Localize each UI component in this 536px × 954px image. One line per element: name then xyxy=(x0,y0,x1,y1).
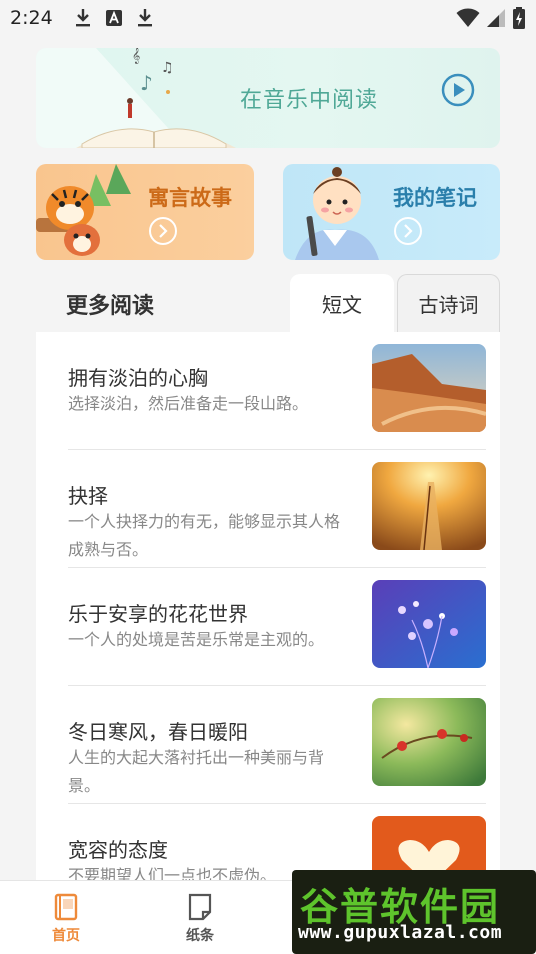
battery-charging-icon xyxy=(513,7,525,29)
article-title: 乐于安享的花花世界 xyxy=(68,602,248,626)
watermark-url: www.gupuxlazal.com xyxy=(298,922,503,943)
nav-notes[interactable]: 纸条 xyxy=(160,893,240,945)
article-thumbnail xyxy=(372,344,486,432)
signal-icon xyxy=(487,9,505,27)
article-title: 冬日寒风，春日暖阳 xyxy=(68,720,248,744)
wifi-icon xyxy=(456,8,480,27)
list-item[interactable]: 宽容的态度 不要期望人们一点也不虚伪。 xyxy=(68,804,486,880)
article-thumbnail xyxy=(372,462,486,550)
site-watermark: 谷普软件园 www.gupuxlazal.com xyxy=(292,870,536,954)
tab-short-essays[interactable]: 短文 xyxy=(290,274,394,332)
article-list: 拥有淡泊的心胸 选择淡泊，然后准备走一段山路。 抉择 一个人抉择力的有无，能够显… xyxy=(36,332,500,880)
tiger-illustration xyxy=(36,164,131,256)
nav-home[interactable]: 首页 xyxy=(26,893,106,945)
nav-home-label: 首页 xyxy=(52,928,80,944)
article-title: 拥有淡泊的心胸 xyxy=(68,366,208,390)
list-item[interactable]: 乐于安享的花花世界 一个人的处境是苦是乐常是主观的。 xyxy=(68,568,486,686)
my-notes-card[interactable]: 我的笔记 xyxy=(283,164,500,260)
list-item[interactable]: 冬日寒风，春日暖阳 人生的大起大落衬托出一种美丽与背景。 xyxy=(68,686,486,804)
scholar-boy-illustration xyxy=(295,167,379,260)
music-reading-banner[interactable]: 𝄞 ♫ ♪ 在音乐中阅读 xyxy=(36,48,500,148)
status-bar: 2:24 xyxy=(0,0,536,36)
article-desc: 人生的大起大落衬托出一种美丽与背景。 xyxy=(68,748,325,795)
svg-text:𝄞: 𝄞 xyxy=(132,48,140,64)
a-badge-icon xyxy=(105,10,122,26)
banner-title: 在音乐中阅读 xyxy=(240,88,379,113)
notes-card-title: 我的笔记 xyxy=(393,186,477,210)
article-thumbnail xyxy=(372,580,486,668)
svg-text:♫: ♫ xyxy=(161,60,174,76)
article-title: 宽容的态度 xyxy=(68,838,168,862)
download-icon xyxy=(75,9,90,27)
list-item[interactable]: 拥有淡泊的心胸 选择淡泊，然后准备走一段山路。 xyxy=(68,332,486,450)
fable-stories-card[interactable]: 寓言故事 xyxy=(36,164,254,260)
download-icon xyxy=(137,9,152,27)
article-desc: 一个人的处境是苦是乐常是主观的。 xyxy=(68,630,325,649)
svg-text:♪: ♪ xyxy=(140,71,153,95)
play-circle-icon[interactable] xyxy=(440,72,476,108)
clock: 2:24 xyxy=(10,7,53,29)
article-title: 抉择 xyxy=(68,484,108,508)
article-desc: 一个人抉择力的有无，能够显示其人格成熟与否。 xyxy=(68,512,341,559)
more-reading-title: 更多阅读 xyxy=(66,294,155,319)
tab-classical-poems[interactable]: 古诗词 xyxy=(397,274,500,332)
note-icon xyxy=(188,893,212,921)
article-desc: 选择淡泊，然后准备走一段山路。 xyxy=(68,394,309,413)
book-icon xyxy=(54,893,78,921)
nav-notes-label: 纸条 xyxy=(186,928,214,944)
article-thumbnail xyxy=(372,698,486,786)
chevron-right-circle-icon[interactable] xyxy=(393,216,423,246)
list-item[interactable]: 抉择 一个人抉择力的有无，能够显示其人格成熟与否。 xyxy=(68,450,486,568)
fable-card-title: 寓言故事 xyxy=(148,186,232,210)
chevron-right-circle-icon[interactable] xyxy=(148,216,178,246)
